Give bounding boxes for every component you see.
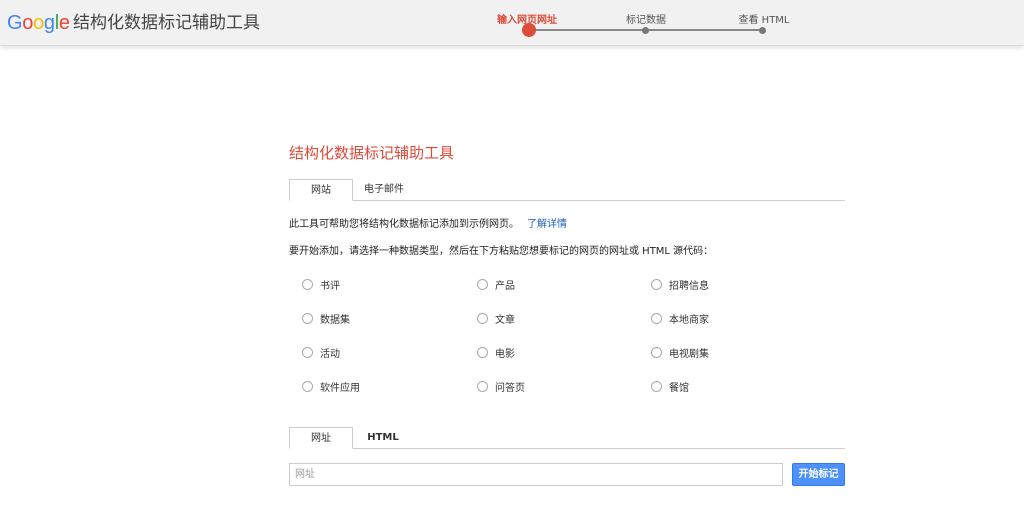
radio-movie[interactable]: 电影 [477, 345, 515, 360]
logo-letter: g [43, 11, 55, 34]
radio-circle-icon [302, 380, 313, 392]
top-bar: G o o g l e 结构化数据标记辅助工具 输入网页网址 标记数据 查看 H… [0, 0, 1024, 46]
app-title: 结构化数据标记辅助工具 [73, 13, 260, 33]
radio-job-posting[interactable]: 招聘信息 [651, 277, 709, 292]
intro-text: 此工具可帮助您将结构化数据标记添加到示例网页。 了解详情 [289, 215, 567, 230]
radio-local-business[interactable]: 本地商家 [651, 311, 709, 326]
radio-qa-page[interactable]: 问答页 [477, 379, 525, 394]
radio-circle-icon [651, 278, 662, 290]
google-logo: G o o g l e [7, 11, 70, 35]
step-view-html-dot [759, 27, 766, 34]
radio-circle-icon [477, 346, 488, 358]
logo-letter: e [58, 11, 70, 34]
step-tag-data-label: 标记数据 [626, 15, 666, 26]
radio-label: 餐馆 [669, 382, 689, 394]
radio-label: 书评 [320, 280, 340, 292]
intro-text-body: 此工具可帮助您将结构化数据标记添加到示例网页。 [289, 219, 519, 230]
radio-circle-icon [477, 380, 488, 392]
radio-circle-icon [651, 312, 662, 324]
page-title: 结构化数据标记辅助工具 [289, 144, 455, 162]
radio-label: 问答页 [495, 382, 525, 394]
radio-label: 文章 [495, 314, 515, 326]
radio-label: 产品 [495, 280, 515, 292]
tab-url[interactable]: 网址 [289, 427, 353, 449]
instruction-text: 要开始添加，请选择一种数据类型，然后在下方粘贴您想要标记的网页的网址或 HTML… [289, 246, 714, 257]
radio-label: 活动 [320, 348, 340, 360]
radio-label: 软件应用 [320, 382, 360, 394]
logo-letter: G [7, 11, 23, 34]
step-view-html-label: 查看 HTML [738, 15, 790, 26]
radio-product[interactable]: 产品 [477, 277, 515, 292]
input-tabs: 网址 HTML [289, 427, 845, 449]
radio-article[interactable]: 文章 [477, 311, 515, 326]
url-input[interactable] [289, 463, 783, 486]
step-enter-url-dot [522, 23, 536, 37]
tab-website[interactable]: 网站 [289, 179, 353, 201]
radio-tv-episode[interactable]: 电视剧集 [651, 345, 709, 360]
radio-circle-icon [651, 346, 662, 358]
radio-dataset[interactable]: 数据集 [302, 311, 350, 326]
logo-letter: o [33, 11, 44, 34]
radio-circle-icon [302, 346, 313, 358]
radio-circle-icon [477, 312, 488, 324]
radio-circle-icon [302, 312, 313, 324]
radio-circle-icon [651, 380, 662, 392]
progress-stepper: 输入网页网址 标记数据 查看 HTML [470, 0, 790, 46]
radio-restaurant[interactable]: 餐馆 [651, 379, 689, 394]
radio-label: 电影 [495, 348, 515, 360]
radio-circle-icon [302, 278, 313, 290]
step-tag-data-dot [642, 27, 649, 34]
radio-book-review[interactable]: 书评 [302, 277, 340, 292]
tab-html[interactable]: HTML [353, 427, 413, 449]
tab-email[interactable]: 电子邮件 [353, 179, 415, 201]
learn-more-link[interactable]: 了解详情 [527, 219, 567, 230]
start-tagging-button[interactable]: 开始标记 [792, 463, 845, 486]
logo-letter: o [22, 11, 34, 34]
radio-label: 数据集 [320, 314, 350, 326]
radio-label: 本地商家 [669, 314, 709, 326]
radio-event[interactable]: 活动 [302, 345, 340, 360]
radio-label: 电视剧集 [669, 348, 709, 360]
radio-software-app[interactable]: 软件应用 [302, 379, 360, 394]
source-tabs: 网站 电子邮件 [289, 179, 845, 201]
radio-label: 招聘信息 [669, 280, 709, 292]
radio-circle-icon [477, 278, 488, 290]
